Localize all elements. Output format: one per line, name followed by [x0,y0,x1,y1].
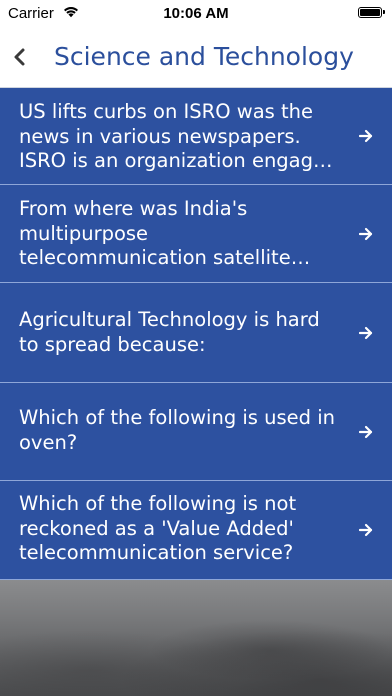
list-item[interactable]: Which of the following is not reckoned a… [0,481,392,580]
question-text: From where was India's multipurpose tele… [19,197,291,269]
chevron-left-icon[interactable] [8,42,32,72]
question-list: US lifts curbs on ISRO was the news in v… [0,88,392,580]
arrow-right-icon [359,523,373,537]
question-text: Which of the following is not reckoned a… [19,492,297,564]
page-title: Science and Technology [54,42,354,71]
question-text: US lifts curbs on ISRO was the news in v… [19,100,338,172]
arrow-right-icon [359,425,373,439]
status-bar: Carrier 10:06 AM [0,0,392,28]
background-image [0,580,392,696]
navigation-bar: Science and Technology [0,28,392,88]
list-item[interactable]: Which of the following is used in oven? [0,383,392,481]
list-item[interactable]: From where was India's multipurpose tele… [0,185,392,283]
arrow-right-icon [359,326,373,340]
arrow-right-icon [359,227,373,241]
list-item[interactable]: Agricultural Technology is hard to sprea… [0,283,392,383]
battery-icon [358,7,385,18]
list-item[interactable]: US lifts curbs on ISRO was the news in v… [0,88,392,185]
question-text: Agricultural Technology is hard to sprea… [19,308,320,356]
arrow-right-icon [359,129,373,143]
clock-time: 10:06 AM [163,5,229,22]
question-text: Which of the following is used in oven? [19,406,336,454]
